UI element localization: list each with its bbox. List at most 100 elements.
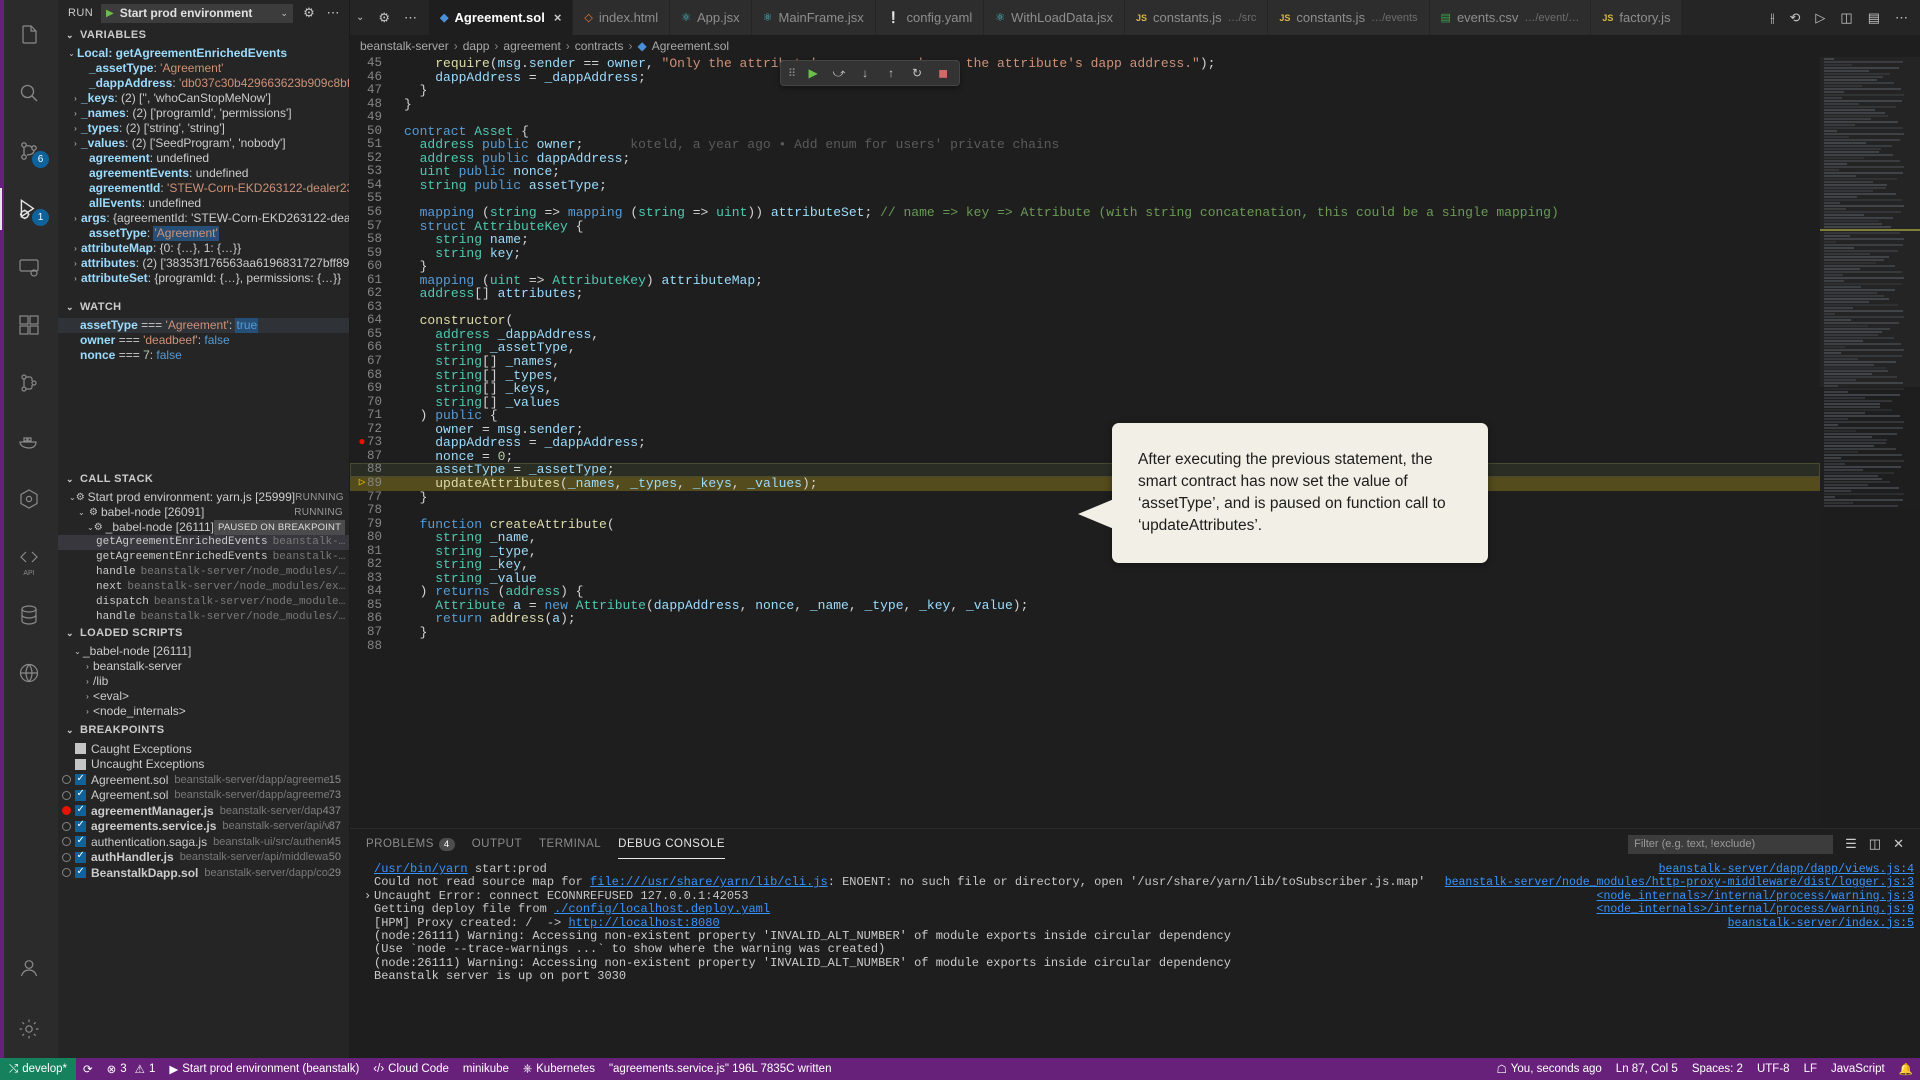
code-line[interactable]: 80 string _name, (350, 531, 1820, 545)
split-horizontal-icon[interactable]: ⫲ (1770, 10, 1774, 26)
status-cloud-code[interactable]: ‹/› Cloud Code (366, 1058, 456, 1080)
twisty-icon[interactable]: › (82, 704, 93, 719)
watch-pane-header[interactable]: ⌄ WATCH (58, 296, 349, 318)
twisty-icon[interactable]: › (70, 91, 81, 106)
status-sync[interactable]: ⟳ (76, 1058, 100, 1080)
breakpoint-checkbox[interactable] (75, 867, 86, 878)
variables-tree[interactable]: ⌄ Local: getAgreementEnrichedEvents ·_as… (58, 46, 349, 296)
breakpoint-checkbox[interactable] (75, 759, 86, 770)
watch-row[interactable]: owner === 'deadbeef': false (58, 333, 349, 348)
tab-constants-js[interactable]: JSconstants.js…/events (1268, 0, 1429, 35)
status-encoding[interactable]: UTF-8 (1750, 1058, 1797, 1080)
breakpoint-checkbox[interactable] (75, 774, 86, 785)
console-source-link[interactable]: <node_internals>/internal/process/warnin… (1445, 903, 1914, 916)
breakpoint-row[interactable]: authentication.saga.jsbeanstalk-ui/src/a… (58, 834, 349, 850)
filter-input[interactable]: Filter (e.g. text, !exclude) (1628, 835, 1833, 854)
code-line[interactable]: 45 require(msg.sender == owner, "Only th… (350, 57, 1820, 71)
chevron-down-icon[interactable]: ⌄ (356, 12, 364, 23)
activity-settings[interactable] (0, 1000, 58, 1058)
variable-row[interactable]: ›args: {agreementId: 'STEW-Corn-EKD26312… (58, 211, 349, 226)
code-line[interactable]: 65 address _dappAddress, (350, 328, 1820, 342)
code-line[interactable]: 88 (350, 640, 1820, 654)
code-line[interactable]: 67 string[] _names, (350, 355, 1820, 369)
breakpoint-row[interactable]: Agreement.solbeanstalk-server/dapp/agree… (58, 772, 349, 788)
code-line[interactable]: 55 (350, 192, 1820, 206)
code-editor[interactable]: 45 require(msg.sender == owner, "Only th… (350, 57, 1920, 828)
more-actions-icon[interactable]: ⋯ (404, 10, 417, 26)
close-panel-icon[interactable]: ✕ (1893, 836, 1904, 852)
activity-search[interactable] (0, 64, 58, 122)
callstack-row[interactable]: ⌄⚙Start prod environment: yarn.js [25999… (58, 490, 349, 505)
code-line[interactable]: 83 string _value (350, 572, 1820, 586)
twisty-icon[interactable]: · (78, 226, 89, 241)
continue-icon[interactable]: ▶ (801, 62, 825, 84)
status-language-mode[interactable]: JavaScript (1824, 1058, 1892, 1080)
run-more-actions-icon[interactable]: ⋯ (325, 5, 341, 21)
activity-api-tools[interactable]: API (0, 528, 58, 586)
restart-icon[interactable]: ↻ (905, 62, 929, 84)
activity-testing[interactable] (0, 354, 58, 412)
activity-run-and-debug[interactable]: 1 (0, 180, 58, 238)
watch-tree[interactable]: assetType === 'Agreement': trueowner ===… (58, 318, 349, 468)
twisty-icon[interactable]: › (70, 271, 81, 286)
status-notifications[interactable]: 🔔 (1892, 1058, 1920, 1080)
console-source-link[interactable]: beanstalk-server/dapp/dapp/views.js:4 (1445, 863, 1914, 876)
debug-console-output[interactable]: /usr/bin/yarn start:prodCould not read s… (350, 859, 1920, 1058)
status-run-config[interactable]: ▶ Start prod environment (beanstalk) (162, 1058, 366, 1080)
status-remote-branch[interactable]: ⤭ develop* (0, 1058, 76, 1080)
variable-row[interactable]: ·_assetType: 'Agreement' (58, 61, 349, 76)
breakpoint-row[interactable]: Caught Exceptions (58, 741, 349, 757)
code-line[interactable]: 59 string key; (350, 247, 1820, 261)
twisty-icon[interactable]: ⌄ (72, 644, 83, 659)
breakpoint-row[interactable]: BeanstalkDapp.solbeanstalk-server/dapp/c… (58, 865, 349, 881)
callstack-row[interactable]: handlebeanstalk-server/node_modules/expr… (58, 610, 349, 622)
loaded-script-row[interactable]: ›<eval> (58, 689, 349, 704)
code-line[interactable]: 53 uint public nonce; (350, 165, 1820, 179)
code-line[interactable]: 46 dappAddress = _dappAddress; (350, 71, 1820, 85)
tab-mainframe-jsx[interactable]: ⚛MainFrame.jsx (752, 0, 876, 35)
loaded-script-row[interactable]: ›/lib (58, 674, 349, 689)
breadcrumb-item[interactable]: Agreement.sol (652, 39, 729, 53)
code-line[interactable]: 81 string _type, (350, 545, 1820, 559)
code-line[interactable]: 84 ) returns (address) { (350, 585, 1820, 599)
breakpoint-row[interactable]: authHandler.jsbeanstalk-server/api/middl… (58, 850, 349, 866)
status-kubernetes[interactable]: ⎈ Kubernetes (516, 1058, 602, 1080)
variable-row[interactable]: ·agreementEvents: undefined (58, 166, 349, 181)
status-cursor-position[interactable]: Ln 87, Col 5 (1609, 1058, 1685, 1080)
code-line[interactable]: ●73 dappAddress = _dappAddress; (350, 436, 1820, 450)
panel-tab-output[interactable]: OUTPUT (472, 829, 522, 859)
twisty-icon[interactable]: › (70, 121, 81, 136)
breakpoint-checkbox[interactable] (75, 852, 86, 863)
code-line[interactable]: 72 owner = msg.sender; (350, 423, 1820, 437)
twisty-icon[interactable]: › (70, 241, 81, 256)
variable-row[interactable]: ›_types: (2) ['string', 'string'] (58, 121, 349, 136)
breakpoint-dot[interactable] (62, 806, 71, 815)
breakpoint-checkbox[interactable] (75, 821, 86, 832)
console-link[interactable]: http://localhost:8080 (568, 917, 719, 930)
twisty-icon[interactable]: · (78, 181, 89, 196)
tab-index-html[interactable]: ◇index.html (573, 0, 670, 35)
twisty-icon[interactable]: › (70, 136, 81, 151)
activity-remote-explorer[interactable] (0, 238, 58, 296)
breakpoint-dot[interactable] (62, 868, 71, 877)
twisty-icon[interactable]: · (78, 196, 89, 211)
tab-agreement-sol[interactable]: ◆Agreement.sol× (429, 0, 573, 35)
code-line[interactable]: 87 nonce = 0; (350, 450, 1820, 464)
twisty-icon[interactable]: › (82, 659, 93, 674)
loaded-script-row[interactable]: ›beanstalk-server (58, 659, 349, 674)
status-authorship[interactable]: ☖ You, seconds ago (1489, 1058, 1608, 1080)
twisty-icon[interactable]: › (70, 106, 81, 121)
console-source-link[interactable]: beanstalk-server/index.js:5 (1445, 917, 1914, 930)
console-source-link[interactable]: beanstalk-server/node_modules/http-proxy… (1445, 876, 1914, 889)
code-line[interactable]: 82 string _key, (350, 558, 1820, 572)
panel-tab-problems[interactable]: PROBLEMS4 (366, 829, 455, 859)
status-minikube[interactable]: minikube (456, 1058, 516, 1080)
variables-pane-header[interactable]: ⌄ VARIABLES (58, 24, 349, 46)
activity-explorer[interactable] (0, 6, 58, 64)
callstack-pane-header[interactable]: ⌄ CALL STACK (58, 468, 349, 490)
status-indentation[interactable]: Spaces: 2 (1685, 1058, 1750, 1080)
status-eol[interactable]: LF (1797, 1058, 1824, 1080)
variable-row[interactable]: ·agreementId: 'STEW-Corn-EKD263122-deale… (58, 181, 349, 196)
gear-icon[interactable]: ⚙ (378, 10, 390, 26)
variable-row[interactable]: ·allEvents: undefined (58, 196, 349, 211)
